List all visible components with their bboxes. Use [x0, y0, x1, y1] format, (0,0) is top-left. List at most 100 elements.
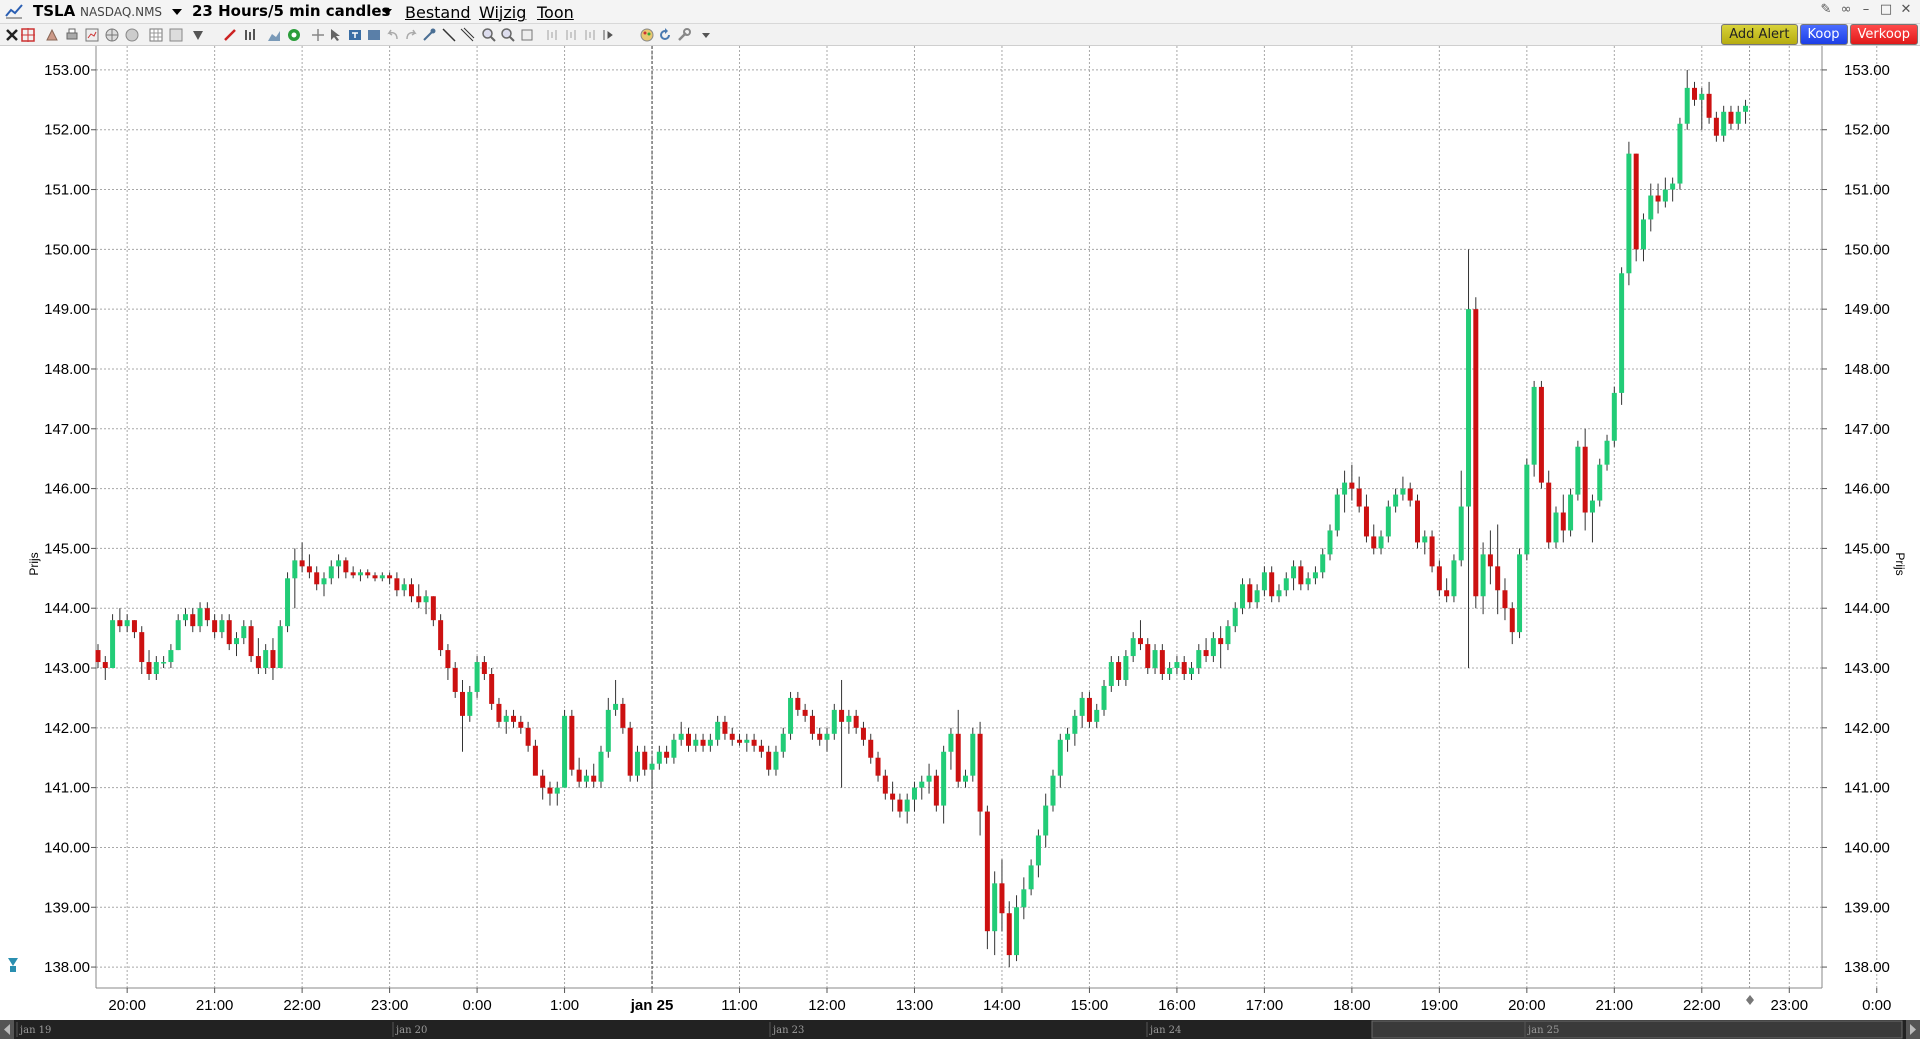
- minimize-icon[interactable]: –: [1858, 2, 1874, 18]
- close-icon[interactable]: [4, 27, 20, 43]
- candle-body-down: [372, 575, 378, 579]
- square-icon[interactable]: [168, 27, 184, 43]
- layers-icon[interactable]: [366, 27, 382, 43]
- candle-body-down: [1655, 195, 1661, 202]
- candle-body-up: [1589, 500, 1595, 513]
- chart-icon[interactable]: [84, 27, 100, 43]
- candle-body-up: [1283, 578, 1289, 591]
- text-icon[interactable]: [347, 27, 363, 43]
- exchange-label[interactable]: NASDAQ.NMS: [80, 5, 162, 19]
- candle: [992, 871, 998, 956]
- candle: [1611, 386, 1617, 447]
- candle: [1531, 380, 1537, 477]
- fit-icon[interactable]: [519, 27, 535, 43]
- grid-icon[interactable]: [148, 27, 164, 43]
- candle: [1014, 895, 1020, 962]
- candle-body-up: [1021, 889, 1027, 908]
- symbol-dropdown-icon[interactable]: [172, 9, 182, 15]
- candle-body-up: [1735, 111, 1741, 124]
- candle-body-up: [1568, 494, 1574, 531]
- interval-selector[interactable]: 23 Hours/5 min candles: [192, 2, 390, 20]
- palette-icon[interactable]: [639, 27, 655, 43]
- candle: [1553, 506, 1559, 549]
- add-alert-button[interactable]: Add Alert: [1721, 24, 1798, 45]
- interval-dropdown-icon[interactable]: [382, 9, 392, 15]
- candle-body-down: [802, 709, 808, 716]
- hand-icon[interactable]: [44, 27, 60, 43]
- sell-button[interactable]: Verkoop: [1849, 24, 1918, 45]
- circle-icon[interactable]: [286, 27, 302, 43]
- reload-icon[interactable]: [657, 27, 673, 43]
- plus-icon[interactable]: [310, 27, 326, 43]
- candle-body-up: [1189, 668, 1194, 674]
- dropdown-icon[interactable]: [698, 27, 714, 43]
- candle: [809, 709, 815, 740]
- menu-wijzig[interactable]: Wijzig: [479, 3, 526, 22]
- candle: [1276, 584, 1282, 603]
- scroll-right-icon[interactable]: [582, 27, 598, 43]
- pin-icon[interactable]: ✎: [1818, 2, 1834, 18]
- candle-body-up: [1261, 572, 1267, 591]
- globe-icon[interactable]: [104, 27, 120, 43]
- candle-body-down: [627, 727, 633, 776]
- window-controls: ✎ ∞ – □ ✕: [1818, 2, 1914, 20]
- candle: [350, 566, 356, 579]
- candle: [540, 769, 546, 800]
- candle: [1699, 87, 1705, 130]
- candle: [452, 662, 458, 698]
- close-window-icon[interactable]: ✕: [1898, 2, 1914, 18]
- candle-body-down: [270, 650, 276, 669]
- undo-icon[interactable]: [385, 27, 401, 43]
- scroll-icon[interactable]: [563, 27, 579, 43]
- area-icon[interactable]: [266, 27, 282, 43]
- candle-body-up: [1305, 578, 1311, 585]
- x-tick-label: 21:00: [1596, 997, 1634, 1014]
- candle: [277, 620, 283, 669]
- x-tick-label: 0:00: [462, 997, 491, 1014]
- parallel-lines-icon[interactable]: [459, 27, 475, 43]
- navigator-bar[interactable]: jan 19 jan 20 jan 23 jan 24 jan 25: [0, 1020, 1920, 1039]
- wrench-icon[interactable]: [676, 27, 692, 43]
- price-chart[interactable]: 153.00 152.00 151.00 150.00 149.00 148.00 147.…: [0, 46, 1920, 1039]
- candle-body-up: [1174, 662, 1180, 669]
- candle: [1538, 380, 1544, 489]
- buy-button[interactable]: Koop: [1799, 24, 1848, 45]
- maximize-icon[interactable]: □: [1878, 2, 1894, 18]
- y-tick-label: 140.00: [44, 839, 90, 856]
- zoom-out-icon[interactable]: [500, 27, 516, 43]
- symbol-label[interactable]: TSLA: [33, 2, 75, 20]
- triangle-icon[interactable]: [190, 27, 206, 43]
- scroll-end-icon[interactable]: [1746, 995, 1754, 1005]
- crosshair-icon[interactable]: [20, 27, 36, 43]
- pointer-icon[interactable]: [328, 27, 344, 43]
- candle-body-up: [948, 733, 954, 752]
- print-icon[interactable]: [64, 27, 80, 43]
- end-icon[interactable]: [600, 27, 616, 43]
- bars-icon[interactable]: [242, 27, 258, 43]
- candle: [1298, 560, 1304, 591]
- candle: [1232, 602, 1238, 633]
- draw-line-icon[interactable]: [441, 27, 457, 43]
- candle: [853, 709, 859, 734]
- scroll-left-icon[interactable]: [544, 27, 560, 43]
- candle-body-up: [503, 715, 509, 722]
- candle: [897, 793, 903, 818]
- drag-handle-icon[interactable]: [8, 958, 18, 972]
- candle: [343, 557, 349, 579]
- zoom-in-icon[interactable]: [481, 27, 497, 43]
- candle: [1414, 494, 1420, 549]
- y-tick-label: 151.00: [1844, 182, 1890, 199]
- refresh-icon[interactable]: [124, 27, 140, 43]
- candle-body-down: [117, 620, 123, 627]
- candle: [831, 703, 837, 740]
- menu-bestand[interactable]: Bestand: [405, 3, 471, 22]
- candle-body-up: [1057, 739, 1063, 776]
- candle-body-up: [1196, 650, 1202, 669]
- settings-icon[interactable]: [421, 27, 437, 43]
- pencil-icon[interactable]: [222, 27, 238, 43]
- candle-body-up: [1065, 733, 1071, 740]
- menu-toon[interactable]: Toon: [537, 3, 574, 22]
- candle-body-down: [1502, 590, 1508, 609]
- link-icon[interactable]: ∞: [1838, 2, 1854, 18]
- redo-icon[interactable]: [403, 27, 419, 43]
